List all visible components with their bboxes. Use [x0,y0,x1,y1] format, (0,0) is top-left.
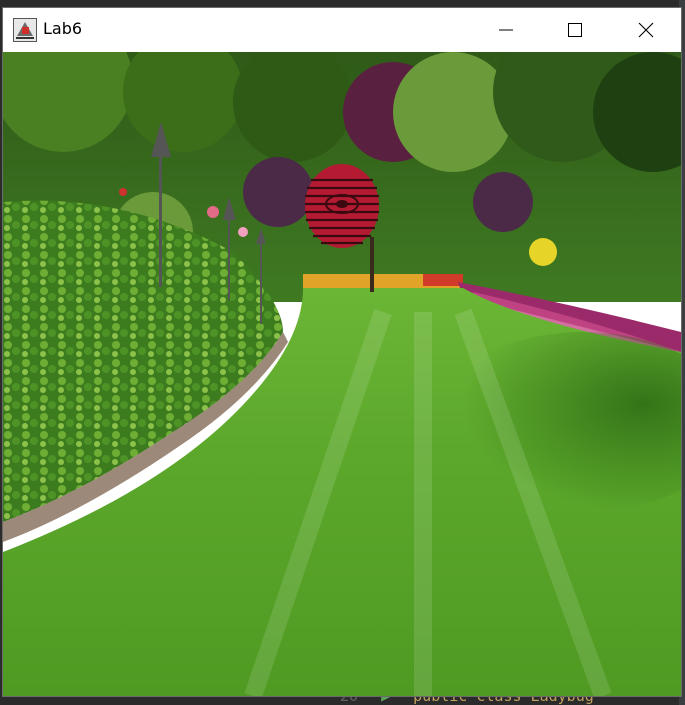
minimize-button[interactable] [471,8,541,52]
maximize-button[interactable] [540,8,610,52]
garden-scene [3,52,681,696]
java-app-icon [13,18,37,42]
minimize-icon [499,29,513,31]
title-bar[interactable]: Lab6 [3,8,681,52]
close-button[interactable] [611,8,681,52]
maximize-icon [568,23,582,37]
window-title: Lab6 [43,19,83,38]
app-window: Lab6 [3,8,681,696]
ladybug-sprite[interactable] [305,164,379,248]
drawing-canvas[interactable] [3,52,681,696]
close-icon [638,22,654,38]
tree-trunk [370,237,374,292]
